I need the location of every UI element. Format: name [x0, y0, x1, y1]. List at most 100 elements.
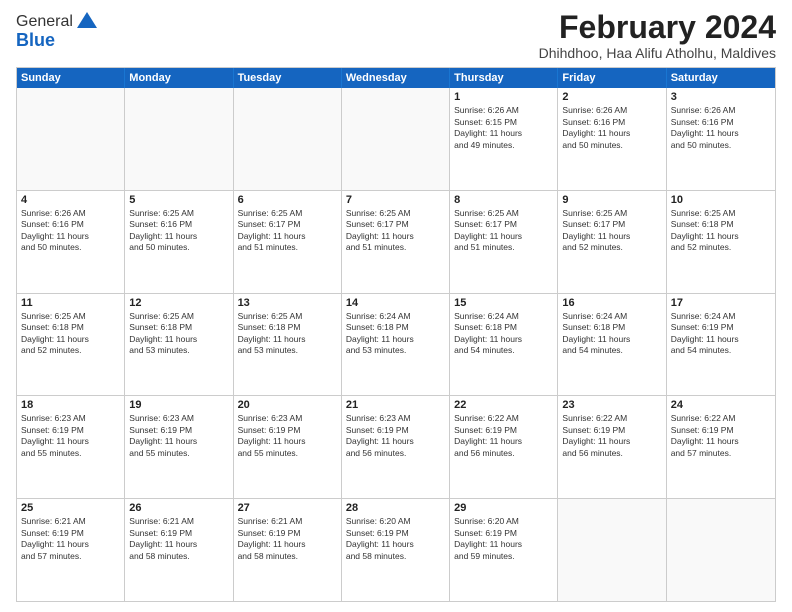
day-number: 6	[238, 194, 337, 206]
header-day-sunday: Sunday	[17, 68, 125, 88]
calendar-cell: 13 Sunrise: 6:25 AM Sunset: 6:18 PM Dayli…	[234, 294, 342, 396]
day-number: 13	[238, 297, 337, 309]
calendar-week-1: 1Sunrise: 6:26 AM Sunset: 6:15 PM Daylig…	[17, 88, 775, 190]
day-number: 5	[129, 194, 228, 206]
calendar-cell: 12 Sunrise: 6:25 AM Sunset: 6:18 PM Dayli…	[125, 294, 233, 396]
day-number: 18	[21, 399, 120, 411]
day-info: Sunrise: 6:25 AM Sunset: 6:17 PM Dayligh…	[346, 208, 445, 254]
day-number: 16	[562, 297, 661, 309]
day-info: Sunrise: 6:26 AM Sunset: 6:16 PM Dayligh…	[21, 208, 120, 254]
calendar-cell	[558, 499, 666, 601]
calendar-cell: 9 Sunrise: 6:25 AM Sunset: 6:17 PM Daylig…	[558, 191, 666, 293]
calendar-cell: 18 Sunrise: 6:23 AM Sunset: 6:19 PM Dayli…	[17, 396, 125, 498]
calendar-body: 1Sunrise: 6:26 AM Sunset: 6:15 PM Daylig…	[17, 88, 775, 601]
calendar-cell: 10Sunrise: 6:25 AM Sunset: 6:18 PM Dayli…	[667, 191, 775, 293]
calendar-cell	[667, 499, 775, 601]
calendar-cell: 7 Sunrise: 6:25 AM Sunset: 6:17 PM Daylig…	[342, 191, 450, 293]
day-info: Sunrise: 6:21 AM Sunset: 6:19 PM Dayligh…	[238, 516, 337, 562]
day-number: 26	[129, 502, 228, 514]
calendar-cell: 14Sunrise: 6:24 AM Sunset: 6:18 PM Dayli…	[342, 294, 450, 396]
calendar-cell: 6 Sunrise: 6:25 AM Sunset: 6:17 PM Daylig…	[234, 191, 342, 293]
day-info: Sunrise: 6:24 AM Sunset: 6:19 PM Dayligh…	[671, 311, 771, 357]
calendar-cell: 19 Sunrise: 6:23 AM Sunset: 6:19 PM Dayli…	[125, 396, 233, 498]
header-day-thursday: Thursday	[450, 68, 558, 88]
logo-general-text: General	[16, 13, 73, 31]
day-info: Sunrise: 6:25 AM Sunset: 6:18 PM Dayligh…	[238, 311, 337, 357]
day-info: Sunrise: 6:23 AM Sunset: 6:19 PM Dayligh…	[129, 413, 228, 459]
calendar-cell: 25Sunrise: 6:21 AM Sunset: 6:19 PM Dayli…	[17, 499, 125, 601]
day-info: Sunrise: 6:21 AM Sunset: 6:19 PM Dayligh…	[21, 516, 120, 562]
calendar-cell: 23 Sunrise: 6:22 AM Sunset: 6:19 PM Dayli…	[558, 396, 666, 498]
day-number: 11	[21, 297, 120, 309]
day-info: Sunrise: 6:25 AM Sunset: 6:17 PM Dayligh…	[562, 208, 661, 254]
header: General Blue February 2024 Dhihdhoo, Haa…	[16, 10, 776, 61]
day-number: 22	[454, 399, 553, 411]
calendar-cell	[125, 88, 233, 190]
day-info: Sunrise: 6:20 AM Sunset: 6:19 PM Dayligh…	[454, 516, 553, 562]
day-info: Sunrise: 6:25 AM Sunset: 6:18 PM Dayligh…	[129, 311, 228, 357]
calendar-cell: 21 Sunrise: 6:23 AM Sunset: 6:19 PM Dayli…	[342, 396, 450, 498]
day-number: 29	[454, 502, 553, 514]
day-info: Sunrise: 6:26 AM Sunset: 6:16 PM Dayligh…	[562, 105, 661, 151]
day-info: Sunrise: 6:23 AM Sunset: 6:19 PM Dayligh…	[346, 413, 445, 459]
day-info: Sunrise: 6:22 AM Sunset: 6:19 PM Dayligh…	[562, 413, 661, 459]
calendar-week-4: 18 Sunrise: 6:23 AM Sunset: 6:19 PM Dayli…	[17, 395, 775, 498]
day-number: 4	[21, 194, 120, 206]
day-info: Sunrise: 6:23 AM Sunset: 6:19 PM Dayligh…	[238, 413, 337, 459]
day-number: 20	[238, 399, 337, 411]
day-info: Sunrise: 6:24 AM Sunset: 6:18 PM Dayligh…	[454, 311, 553, 357]
calendar-cell: 22Sunrise: 6:22 AM Sunset: 6:19 PM Dayli…	[450, 396, 558, 498]
day-number: 9	[562, 194, 661, 206]
calendar-header: SundayMondayTuesdayWednesdayThursdayFrid…	[17, 68, 775, 88]
month-title: February 2024	[539, 10, 776, 45]
calendar-cell	[234, 88, 342, 190]
title-block: February 2024 Dhihdhoo, Haa Alifu Atholh…	[539, 10, 776, 61]
calendar-cell: 1Sunrise: 6:26 AM Sunset: 6:15 PM Daylig…	[450, 88, 558, 190]
calendar-cell: 20 Sunrise: 6:23 AM Sunset: 6:19 PM Dayli…	[234, 396, 342, 498]
calendar-week-5: 25Sunrise: 6:21 AM Sunset: 6:19 PM Dayli…	[17, 498, 775, 601]
day-number: 23	[562, 399, 661, 411]
calendar-cell: 11 Sunrise: 6:25 AM Sunset: 6:18 PM Dayli…	[17, 294, 125, 396]
day-info: Sunrise: 6:26 AM Sunset: 6:15 PM Dayligh…	[454, 105, 553, 151]
header-day-wednesday: Wednesday	[342, 68, 450, 88]
day-number: 19	[129, 399, 228, 411]
calendar-cell	[17, 88, 125, 190]
calendar-cell: 28 Sunrise: 6:20 AM Sunset: 6:19 PM Dayli…	[342, 499, 450, 601]
calendar-cell: 5Sunrise: 6:25 AM Sunset: 6:16 PM Daylig…	[125, 191, 233, 293]
day-number: 7	[346, 194, 445, 206]
calendar-cell: 24Sunrise: 6:22 AM Sunset: 6:19 PM Dayli…	[667, 396, 775, 498]
day-number: 15	[454, 297, 553, 309]
day-number: 21	[346, 399, 445, 411]
day-number: 28	[346, 502, 445, 514]
day-info: Sunrise: 6:23 AM Sunset: 6:19 PM Dayligh…	[21, 413, 120, 459]
calendar-cell: 2 Sunrise: 6:26 AM Sunset: 6:16 PM Daylig…	[558, 88, 666, 190]
header-day-friday: Friday	[558, 68, 666, 88]
day-number: 10	[671, 194, 771, 206]
day-number: 27	[238, 502, 337, 514]
day-info: Sunrise: 6:26 AM Sunset: 6:16 PM Dayligh…	[671, 105, 771, 151]
calendar: SundayMondayTuesdayWednesdayThursdayFrid…	[16, 67, 776, 602]
day-info: Sunrise: 6:25 AM Sunset: 6:17 PM Dayligh…	[238, 208, 337, 254]
calendar-cell: 4 Sunrise: 6:26 AM Sunset: 6:16 PM Daylig…	[17, 191, 125, 293]
calendar-cell: 27 Sunrise: 6:21 AM Sunset: 6:19 PM Dayli…	[234, 499, 342, 601]
day-info: Sunrise: 6:21 AM Sunset: 6:19 PM Dayligh…	[129, 516, 228, 562]
calendar-cell: 16Sunrise: 6:24 AM Sunset: 6:18 PM Dayli…	[558, 294, 666, 396]
calendar-week-3: 11 Sunrise: 6:25 AM Sunset: 6:18 PM Dayli…	[17, 293, 775, 396]
page: General Blue February 2024 Dhihdhoo, Haa…	[0, 0, 792, 612]
day-number: 12	[129, 297, 228, 309]
calendar-cell	[342, 88, 450, 190]
header-day-monday: Monday	[125, 68, 233, 88]
day-info: Sunrise: 6:22 AM Sunset: 6:19 PM Dayligh…	[671, 413, 771, 459]
calendar-cell: 15 Sunrise: 6:24 AM Sunset: 6:18 PM Dayli…	[450, 294, 558, 396]
day-info: Sunrise: 6:25 AM Sunset: 6:18 PM Dayligh…	[21, 311, 120, 357]
day-info: Sunrise: 6:20 AM Sunset: 6:19 PM Dayligh…	[346, 516, 445, 562]
day-number: 2	[562, 91, 661, 103]
calendar-cell: 17Sunrise: 6:24 AM Sunset: 6:19 PM Dayli…	[667, 294, 775, 396]
day-info: Sunrise: 6:25 AM Sunset: 6:17 PM Dayligh…	[454, 208, 553, 254]
logo: General Blue	[16, 10, 99, 51]
day-number: 8	[454, 194, 553, 206]
calendar-cell: 29 Sunrise: 6:20 AM Sunset: 6:19 PM Dayli…	[450, 499, 558, 601]
calendar-cell: 26 Sunrise: 6:21 AM Sunset: 6:19 PM Dayli…	[125, 499, 233, 601]
header-day-saturday: Saturday	[667, 68, 775, 88]
header-day-tuesday: Tuesday	[234, 68, 342, 88]
